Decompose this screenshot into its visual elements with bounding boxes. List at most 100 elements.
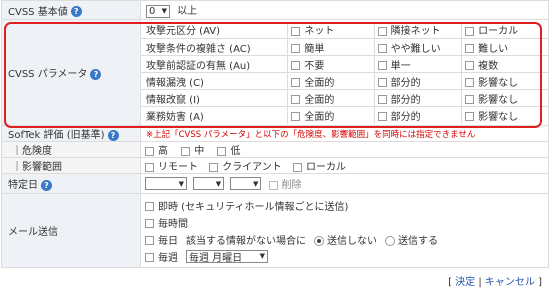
month-select[interactable]: ▼ [193,177,225,190]
mail-daily-note: 該当する情報がない場合に [186,235,306,247]
chevron-down-icon: ▼ [252,179,259,188]
cvss-param-checkbox[interactable] [465,26,475,36]
danger-high-checkbox[interactable] [145,146,154,156]
cvss-param-option-label: 全面的 [304,77,335,89]
cvss-param-checkbox[interactable] [377,112,387,122]
cvss-param-option-label: ローカル [478,26,519,38]
cvss-param-option[interactable]: 部分的 [377,108,421,123]
scope-client-option[interactable]: クライアント [209,158,282,173]
cvss-params-cell: 攻撃元区分 (AV) ネット 隣接ネット ローカル 攻撃条件の複雑さ (AC) 簡単 やや難… [140,19,549,126]
scope-remote-checkbox[interactable] [145,162,154,172]
cvss-param-option[interactable]: 難しい [465,40,508,55]
cvss-param-checkbox[interactable] [291,44,301,53]
cancel-link[interactable]: キャンセル [485,277,535,288]
date-delete-label: 削除 [281,180,302,191]
scope-remote-option[interactable]: リモート [145,158,198,173]
cvss-param-option[interactable]: 単一 [377,57,411,72]
cvss-param-option[interactable]: 全面的 [291,74,334,89]
weekly-day-select-value: 毎週 月曜日 [189,252,243,264]
cvss-param-checkbox[interactable] [377,95,387,104]
help-icon[interactable]: ? [41,179,52,191]
mail-hourly-option[interactable]: 毎時間 [145,215,188,230]
cvss-param-option[interactable]: 不要 [291,57,324,72]
mail-weekly-option[interactable]: 毎週 [145,249,178,264]
scope-client-checkbox[interactable] [209,162,219,172]
scope-local-option[interactable]: ローカル [292,158,346,173]
danger-high-option[interactable]: 高 [145,142,168,157]
cvss-param-checkbox[interactable] [291,95,301,104]
cvss-param-row: 攻撃元区分 (AV) ネット 隣接ネット ローカル [141,21,548,39]
cvss-param-option-cell: ローカル [461,21,548,39]
footer-actions: [ 決定 | キャンセル ] [448,273,542,288]
help-icon[interactable]: ? [107,129,119,141]
cvss-param-checkbox[interactable] [377,26,387,36]
mail-weekly-checkbox[interactable] [145,253,154,262]
danger-mid-checkbox[interactable] [181,146,191,156]
danger-low-option[interactable]: 低 [217,142,240,157]
mail-radio-no[interactable] [314,235,324,246]
mail-radio-no-option[interactable]: 送信しない [314,232,377,247]
date-delete-checkbox[interactable] [268,180,278,190]
mail-radio-yes-option[interactable]: 送信する [385,232,438,247]
cvss-param-option[interactable]: やや難しい [377,40,441,55]
danger-mid-option[interactable]: 中 [181,142,204,157]
cvss-param-name: 攻撃元区分 (AV) [146,26,221,38]
mail-radio-yes-label: 送信する [398,235,438,247]
cvss-param-option[interactable]: 全面的 [291,108,334,123]
date-delete-option[interactable]: 削除 [268,176,302,191]
cvss-param-name-cell: 業務妨害 (A) [141,106,289,124]
scope-local-checkbox[interactable] [292,162,302,172]
scope-label-cell: ｜影響範囲 [1,157,141,174]
cvss-param-row: 情報漏洩 (C) 全面的 部分的 影響なし [141,72,548,90]
cvss-param-checkbox[interactable] [465,44,475,53]
cvss-param-checkbox[interactable] [465,95,475,104]
cvss-base-select[interactable]: 0 ▼ [146,4,170,18]
cvss-params-table: 攻撃元区分 (AV) ネット 隣接ネット ローカル 攻撃条件の複雑さ (AC) 簡単 やや難… [141,21,548,124]
cvss-param-checkbox[interactable] [291,61,301,70]
footer-separator: | [478,277,482,288]
help-icon[interactable]: ? [90,68,102,80]
year-select[interactable]: ▼ [145,177,187,190]
cvss-param-option[interactable]: 部分的 [377,74,421,89]
cvss-param-checkbox[interactable] [465,61,475,70]
mail-immediate-label: 即時 (セキュリティホール情報ごとに送信) [158,201,349,213]
date-label: 特定日 [8,180,38,191]
cvss-param-option[interactable]: 影響なし [465,74,518,89]
cvss-param-option[interactable]: 簡単 [291,40,324,55]
cvss-param-checkbox[interactable] [291,112,301,122]
cvss-param-checkbox[interactable] [377,78,387,87]
weekly-day-select[interactable]: 毎週 月曜日 ▼ [186,249,268,264]
mail-immediate-option[interactable]: 即時 (セキュリティホール情報ごとに送信) [145,198,348,213]
cvss-param-option[interactable]: 全面的 [291,91,334,106]
cvss-param-option[interactable]: 影響なし [465,108,518,123]
mail-immediate-row: 即時 (セキュリティホール情報ごとに送信) [141,197,548,214]
cvss-param-option-cell: 全面的 [287,72,375,90]
cvss-param-option[interactable]: 部分的 [377,91,421,106]
mail-immediate-checkbox[interactable] [145,202,154,211]
mail-daily-checkbox[interactable] [145,236,154,245]
cvss-param-option[interactable]: 影響なし [465,91,518,106]
day-select[interactable]: ▼ [230,177,262,190]
danger-mid-label: 中 [194,146,205,157]
cvss-param-checkbox[interactable] [377,44,387,53]
mail-label: メール送信 [8,227,58,238]
mail-radio-yes[interactable] [385,235,395,246]
scope-label: ｜影響範囲 [12,162,62,173]
confirm-link[interactable]: 決定 [455,277,475,288]
cvss-param-checkbox[interactable] [465,78,475,87]
cvss-param-option[interactable]: ネット [291,22,334,37]
cvss-param-checkbox[interactable] [291,78,301,87]
cvss-param-checkbox[interactable] [291,26,301,36]
help-icon[interactable]: ? [70,6,82,17]
cvss-param-option[interactable]: 複数 [465,57,498,72]
cvss-param-checkbox[interactable] [465,112,475,122]
mail-hourly-checkbox[interactable] [145,219,154,228]
cvss-param-option-cell: 複数 [461,55,548,73]
cvss-param-option[interactable]: 隣接ネット [377,22,441,37]
cvss-param-checkbox[interactable] [377,61,387,70]
mail-daily-option[interactable]: 毎日 [145,232,178,247]
footer-open-bracket: [ [448,277,452,288]
cvss-param-name: 業務妨害 (A) [146,111,204,123]
danger-low-checkbox[interactable] [217,146,227,156]
cvss-param-option[interactable]: ローカル [465,22,518,37]
